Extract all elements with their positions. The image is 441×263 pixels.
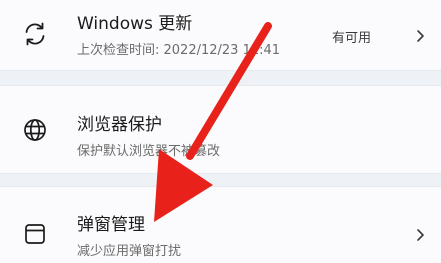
chevron-right-icon[interactable] bbox=[413, 228, 427, 242]
window-icon bbox=[22, 221, 48, 247]
browser-protection-card[interactable]: 浏览器保护 保护默认浏览器不被篡改 bbox=[0, 85, 441, 174]
popup-management-title: 弹窗管理 bbox=[77, 215, 145, 235]
windows-update-title: Windows 更新 bbox=[77, 14, 193, 34]
globe-icon bbox=[22, 117, 48, 143]
last-check-time: 上次检查时间: 2022/12/23 11:41 bbox=[77, 43, 281, 58]
chevron-right-icon[interactable] bbox=[413, 29, 427, 43]
popup-management-description: 减少应用弹窗打扰 bbox=[77, 244, 182, 259]
browser-protection-description: 保护默认浏览器不被篡改 bbox=[77, 144, 221, 159]
windows-update-card[interactable]: Windows 更新 上次检查时间: 2022/12/23 11:41 有可用 bbox=[0, 0, 441, 71]
sync-icon bbox=[22, 21, 48, 47]
update-status-badge: 有可用 bbox=[331, 31, 371, 46]
browser-protection-title: 浏览器保护 bbox=[77, 115, 162, 135]
popup-management-card[interactable]: 弹窗管理 减少应用弹窗打扰 bbox=[0, 186, 441, 263]
